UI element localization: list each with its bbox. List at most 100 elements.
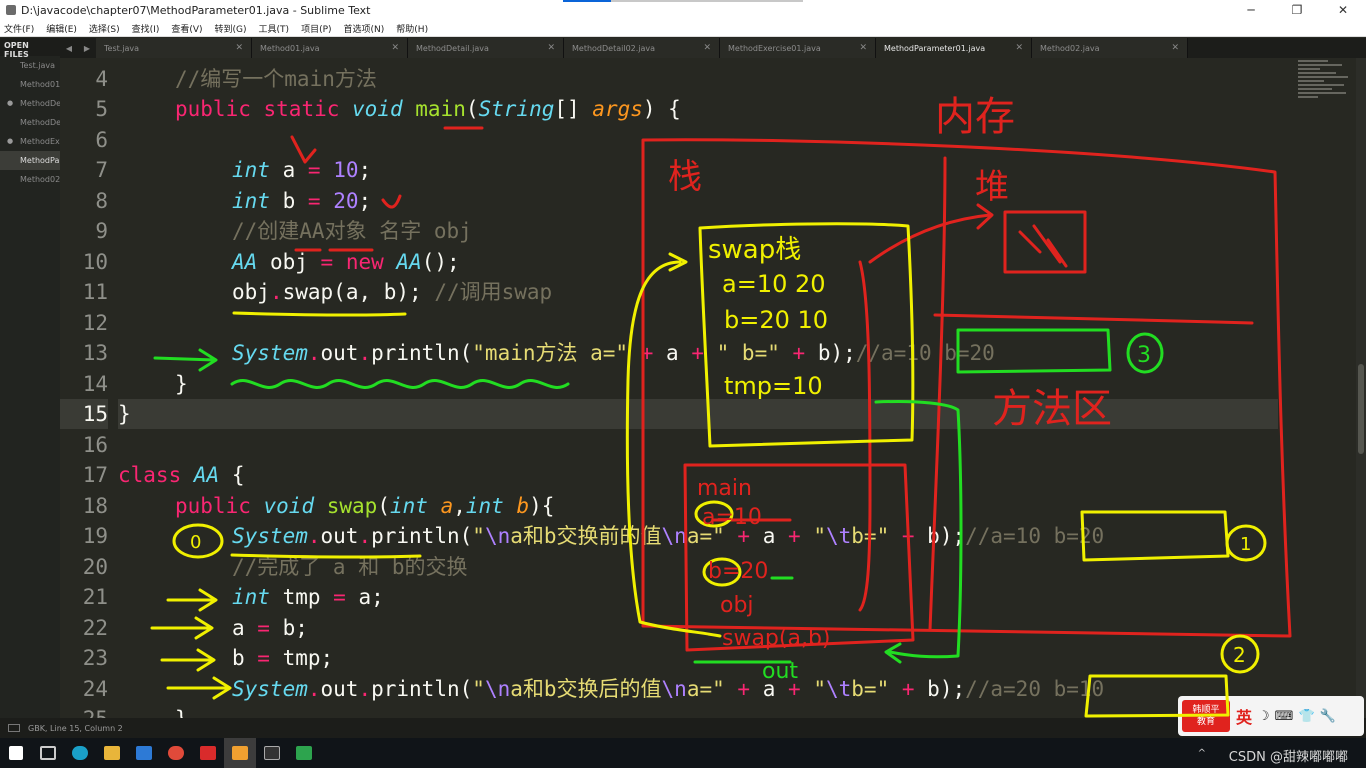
sublime-button[interactable] xyxy=(224,738,256,768)
line-number: 16 xyxy=(82,433,108,457)
operator: = xyxy=(333,585,346,609)
tab-close-icon[interactable]: ✕ xyxy=(547,43,555,53)
tab-test[interactable]: Test.java ✕ xyxy=(96,38,252,58)
tab-method02[interactable]: Method02.java ✕ xyxy=(1032,38,1188,58)
status-text: GBK, Line 15, Column 2 xyxy=(28,723,123,733)
code-editor[interactable]: 4 5 6 7 8 9 10 11 12 13 14 15 16 17 18 1… xyxy=(60,58,1366,718)
menu-help[interactable]: 帮助(H) xyxy=(396,22,428,35)
explorer-button[interactable] xyxy=(96,738,128,768)
string: a和b交换前的值 xyxy=(510,524,662,548)
sidebar-item-methoddetail02[interactable]: MethodDetail02.java xyxy=(0,113,60,132)
tab-close-icon[interactable]: ✕ xyxy=(859,43,867,53)
tab-methodparameter01[interactable]: MethodParameter01.java ✕ xyxy=(876,38,1032,58)
minimap[interactable] xyxy=(1298,58,1358,178)
sidebar-item-methodparameter01[interactable]: MethodParameter01.java xyxy=(0,151,60,170)
moon-icon[interactable]: ☽ xyxy=(1258,709,1270,724)
tab-methoddetail02[interactable]: MethodDetail02.java ✕ xyxy=(564,38,720,58)
minimap-line xyxy=(1298,64,1342,66)
tab-close-icon[interactable]: ✕ xyxy=(703,43,711,53)
tab-close-icon[interactable]: ✕ xyxy=(1015,43,1023,53)
operator: + xyxy=(901,524,915,548)
minimize-button[interactable]: ─ xyxy=(1228,0,1274,20)
type: System xyxy=(232,677,308,701)
sidebar-item-test[interactable]: Test.java xyxy=(0,56,60,75)
tab-close-icon[interactable]: ✕ xyxy=(391,43,399,53)
ime-toolbar: 韩顺平 教育 英 ☽ ⌨ 👕 🔧 xyxy=(1178,696,1364,736)
line-number: 4 xyxy=(95,67,108,91)
string: " xyxy=(472,524,485,548)
type: void xyxy=(352,97,403,121)
punctuation: ) { xyxy=(642,97,681,121)
panel-toggle-icon[interactable] xyxy=(8,724,20,732)
menu-file[interactable]: 文件(F) xyxy=(4,22,34,35)
menu-project[interactable]: 项目(P) xyxy=(301,22,331,35)
menu-find[interactable]: 查找(I) xyxy=(132,22,160,35)
xmind-button[interactable] xyxy=(192,738,224,768)
punctuation: ( xyxy=(459,677,473,701)
terminal-icon xyxy=(264,746,280,760)
code-line-17: class AA { xyxy=(118,460,244,490)
menu-view[interactable]: 查看(V) xyxy=(171,22,202,35)
start-button[interactable] xyxy=(0,738,32,768)
punctuation: , xyxy=(453,494,466,518)
punctuation: { xyxy=(219,463,245,487)
method-call: println xyxy=(371,524,460,548)
scrollbar-thumb[interactable] xyxy=(1358,364,1364,454)
punctuation: (); xyxy=(421,250,460,274)
string: a和b交换后的值 xyxy=(510,677,662,701)
string: a=" xyxy=(686,524,725,548)
sidebar-item-methoddetail[interactable]: MethodDetail.java xyxy=(0,94,60,113)
close-button[interactable]: ✕ xyxy=(1320,0,1366,20)
line-number: 25 xyxy=(60,704,108,718)
settings-icon[interactable]: 🔧 xyxy=(1320,709,1336,724)
menu-edit[interactable]: 编辑(E) xyxy=(46,22,77,35)
identifier: a xyxy=(750,524,789,548)
app-button-green[interactable] xyxy=(288,738,320,768)
app-button-blue[interactable] xyxy=(128,738,160,768)
keyword: class xyxy=(118,463,182,487)
skin-icon[interactable]: 👕 xyxy=(1298,709,1314,724)
sidebar-item-methodexercise01[interactable]: MethodExercise01.java xyxy=(0,132,60,151)
task-view-button[interactable] xyxy=(32,738,64,768)
maximize-button[interactable]: ❐ xyxy=(1274,0,1320,20)
line-number-current: 15 xyxy=(60,399,108,429)
line-number: 13 xyxy=(82,341,108,365)
punctuation: ; xyxy=(358,158,372,182)
identifier: out xyxy=(320,677,359,701)
menu-tools[interactable]: 工具(T) xyxy=(259,22,290,35)
tab-close-icon[interactable]: ✕ xyxy=(235,43,243,53)
operator: + xyxy=(792,341,806,365)
sidebar-item-method01[interactable]: Method01.java xyxy=(0,75,60,94)
punctuation: (a, b); xyxy=(333,280,435,304)
method-name: main xyxy=(415,97,466,121)
operator: = xyxy=(257,616,270,640)
keyboard-icon[interactable]: ⌨ xyxy=(1275,709,1294,724)
ime-lang-toggle[interactable]: 英 xyxy=(1236,704,1252,728)
tab-method01[interactable]: Method01.java ✕ xyxy=(252,38,408,58)
method-name: swap xyxy=(326,494,378,518)
sidebar-item-method02[interactable]: Method02.java xyxy=(0,170,60,189)
tab-methodexercise01[interactable]: MethodExercise01.java ✕ xyxy=(720,38,876,58)
menu-selection[interactable]: 选择(S) xyxy=(89,22,120,35)
parameter: a xyxy=(440,494,454,518)
tab-next-icon[interactable]: ▶ xyxy=(84,44,90,53)
punctuation: ( xyxy=(459,524,473,548)
operator: + xyxy=(788,677,801,701)
punctuation: [] xyxy=(554,97,593,121)
chrome-button[interactable] xyxy=(160,738,192,768)
tab-close-icon[interactable]: ✕ xyxy=(1171,43,1179,53)
terminal-button[interactable] xyxy=(256,738,288,768)
tray-expand-icon[interactable]: ^ xyxy=(1198,748,1206,759)
method-call: println xyxy=(371,677,460,701)
edge-button[interactable] xyxy=(64,738,96,768)
vertical-scrollbar[interactable] xyxy=(1356,58,1366,718)
menu-preferences[interactable]: 首选项(N) xyxy=(344,22,385,35)
tab-methoddetail[interactable]: MethodDetail.java ✕ xyxy=(408,38,564,58)
sublime-app-icon xyxy=(6,5,16,15)
code-text[interactable]: //编写一个main方法 public static void main(Str… xyxy=(118,58,1278,718)
tab-prev-icon[interactable]: ◀ xyxy=(66,44,72,53)
menu-goto[interactable]: 转到(G) xyxy=(215,22,247,35)
